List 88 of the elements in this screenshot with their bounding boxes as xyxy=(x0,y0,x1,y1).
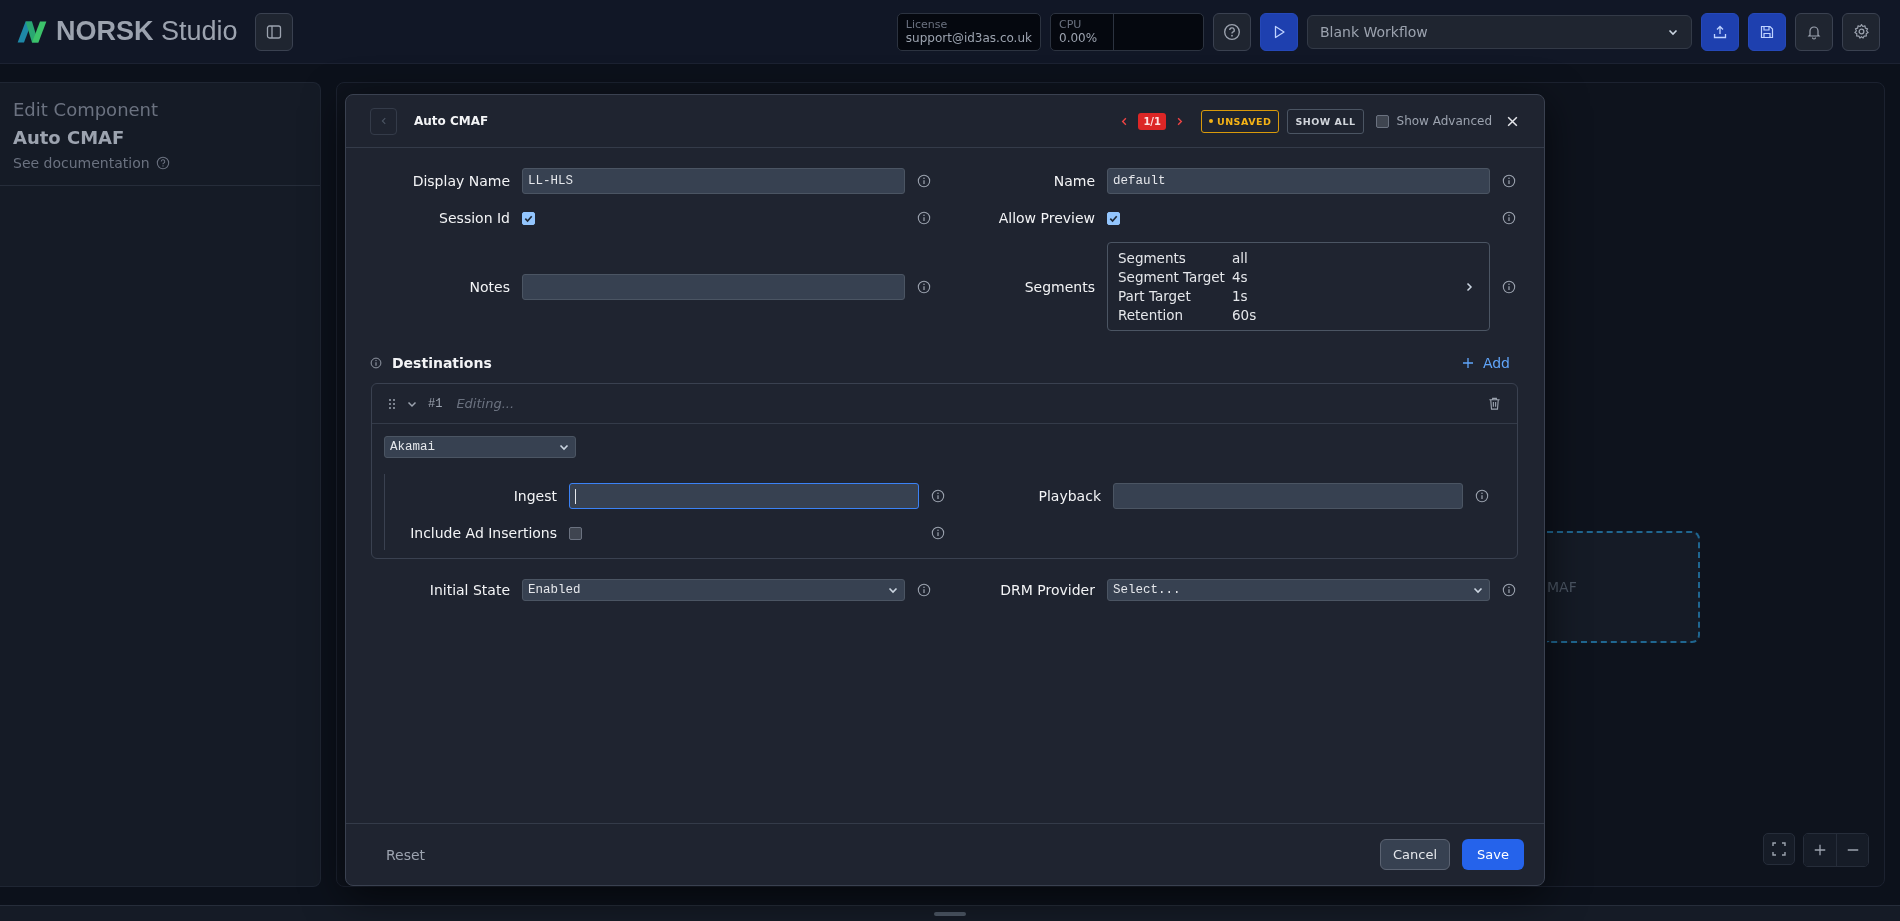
field-label: Initial State xyxy=(428,582,510,598)
summary-key: Segments xyxy=(1118,250,1228,266)
field-label: Display Name xyxy=(411,173,510,189)
select-field[interactable]: Enabled xyxy=(522,579,905,601)
add-button[interactable]: Add xyxy=(1461,355,1510,371)
summary-key: Retention xyxy=(1118,307,1228,323)
summary-value: all xyxy=(1232,250,1249,266)
info-icon[interactable] xyxy=(1502,174,1516,188)
license-email: support@id3as.co.uk xyxy=(905,31,1032,45)
component-name: Auto CMAF xyxy=(13,127,126,148)
summary-key: Segment Target xyxy=(1118,269,1228,285)
text-field[interactable] xyxy=(569,483,919,509)
show-all-button[interactable]: SHOW ALL xyxy=(1287,108,1364,134)
settings-button[interactable] xyxy=(1842,12,1880,51)
upload-button[interactable] xyxy=(1701,12,1739,51)
unsaved-badge: UNSAVED xyxy=(1200,109,1280,133)
field-label: Name xyxy=(1052,173,1095,189)
upload-icon xyxy=(1712,23,1728,40)
license-label: License xyxy=(905,18,949,31)
dialog-title: Auto CMAF xyxy=(414,114,489,128)
info-icon[interactable] xyxy=(917,174,931,188)
text-field[interactable] xyxy=(522,273,905,300)
cpu-label: CPU xyxy=(1059,18,1083,31)
info-icon[interactable] xyxy=(370,357,382,369)
bell-icon xyxy=(1806,23,1822,40)
close-icon[interactable] xyxy=(1506,114,1519,128)
save-button[interactable]: Save xyxy=(1462,839,1524,870)
summary-value: 1s xyxy=(1232,288,1249,304)
select-field[interactable]: Select... xyxy=(1107,579,1490,601)
summary-value: 60s xyxy=(1232,307,1257,323)
show-advanced-label: Show Advanced xyxy=(1396,114,1492,128)
run-button[interactable] xyxy=(1260,12,1298,51)
reset-button[interactable]: Reset xyxy=(376,840,436,869)
field-label: Ingest xyxy=(512,488,557,504)
field-label: Segments xyxy=(1023,278,1095,295)
checkbox[interactable] xyxy=(1375,114,1389,128)
documentation-link[interactable]: See documentation xyxy=(13,155,307,171)
checkbox[interactable] xyxy=(569,526,582,540)
resize-handle[interactable] xyxy=(934,911,966,916)
summary-key: Part Target xyxy=(1118,288,1228,304)
fullscreen-icon xyxy=(1771,841,1787,857)
error-counter-badge: 1/1 xyxy=(1138,112,1166,130)
panel-title: Edit Component xyxy=(13,99,160,120)
drag-handle-icon[interactable] xyxy=(388,397,396,410)
info-icon[interactable] xyxy=(917,583,931,597)
fit-view-button[interactable] xyxy=(1763,833,1795,865)
field-label: Playback xyxy=(1037,488,1101,504)
info-icon[interactable] xyxy=(1502,583,1516,597)
field-label: Session Id xyxy=(438,210,510,226)
cpu-value: 0.00% xyxy=(1059,31,1099,45)
info-icon[interactable] xyxy=(1502,279,1516,294)
help-icon xyxy=(155,156,170,170)
node-label: MAF xyxy=(1547,579,1577,595)
plus-icon xyxy=(1813,843,1827,857)
field-label: Include Ad Insertions xyxy=(409,525,557,541)
info-icon[interactable] xyxy=(931,526,945,540)
info-icon[interactable] xyxy=(1475,489,1489,503)
help-button[interactable] xyxy=(1213,12,1251,51)
checkbox[interactable] xyxy=(1107,211,1120,225)
destination-number: #1 xyxy=(428,396,443,411)
plus-icon xyxy=(1461,357,1474,369)
app-name: NORSK Studio xyxy=(56,16,238,47)
checkbox[interactable] xyxy=(522,211,535,225)
section-title: Destinations xyxy=(392,355,492,371)
sidebar-toggle-button[interactable] xyxy=(254,12,293,51)
field-label: Allow Preview xyxy=(997,210,1095,226)
text-field[interactable] xyxy=(1113,483,1463,509)
info-icon[interactable] xyxy=(931,489,945,503)
text-field[interactable]: LL-HLS xyxy=(522,168,905,194)
help-icon xyxy=(1223,22,1241,41)
summary-value: 4s xyxy=(1232,269,1249,285)
destination-status: Editing... xyxy=(456,396,515,411)
save-icon-button[interactable] xyxy=(1748,12,1786,51)
provider-select[interactable]: Akamai xyxy=(384,436,576,458)
sidebar-icon xyxy=(265,23,282,40)
notifications-button[interactable] xyxy=(1795,12,1833,51)
zoom-in-button[interactable] xyxy=(1804,834,1836,866)
text-field[interactable]: default xyxy=(1107,168,1490,194)
workflow-select[interactable]: Blank Workflow xyxy=(1307,14,1692,49)
trash-icon[interactable] xyxy=(1487,396,1502,411)
info-icon[interactable] xyxy=(917,279,931,294)
segments-summary-card[interactable]: Segments all Segment Target 4s Part Target 1s Retention 60s xyxy=(1107,242,1490,331)
cancel-button[interactable]: Cancel xyxy=(1380,839,1451,870)
field-label: DRM Provider xyxy=(999,582,1095,598)
info-icon[interactable] xyxy=(1502,211,1516,225)
field-label: Notes xyxy=(468,278,510,295)
settings-icon xyxy=(1852,23,1870,40)
info-icon[interactable] xyxy=(917,211,931,225)
